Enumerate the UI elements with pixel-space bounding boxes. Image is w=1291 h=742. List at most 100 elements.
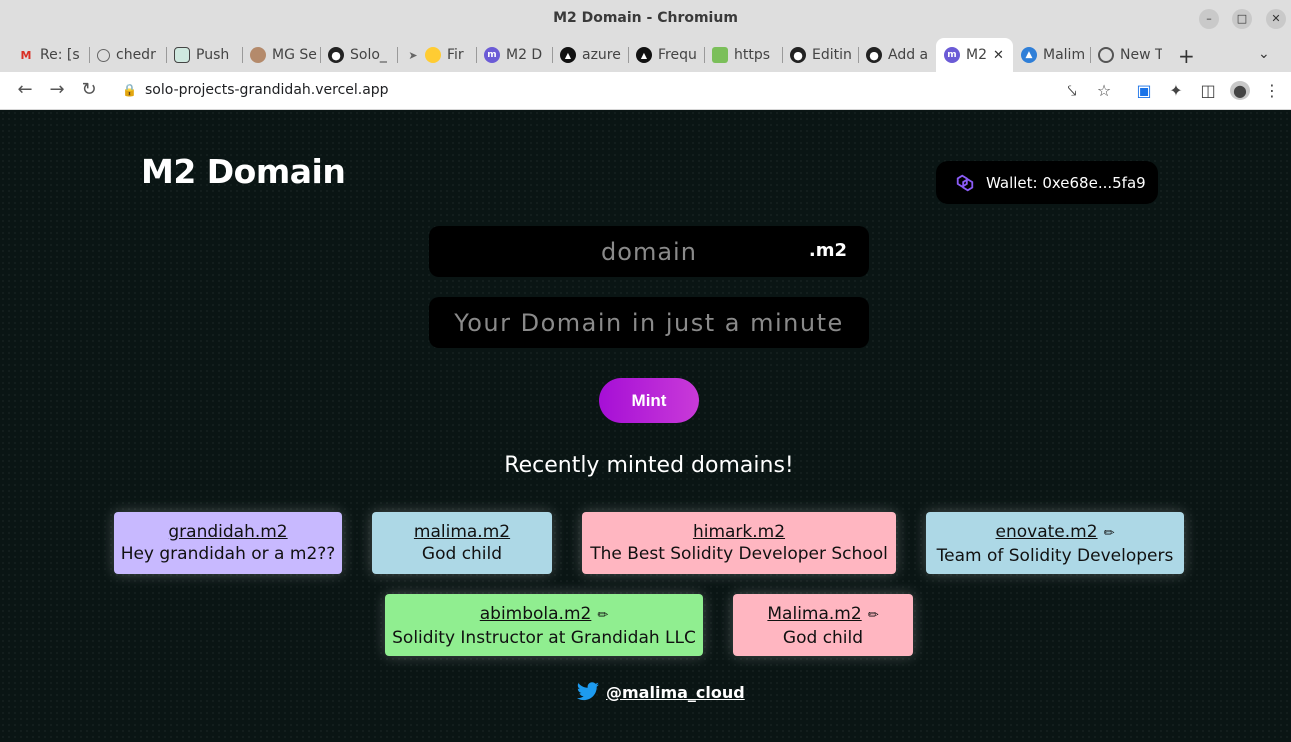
twitter-handle-link[interactable]: @malima_cloud (606, 683, 745, 702)
domain-card: grandidah.m2 Hey grandidah or a m2?? (114, 512, 342, 574)
tab[interactable]: ➤ Fir (397, 38, 475, 72)
tab-label: Re: [s (40, 47, 80, 63)
tab[interactable]: ▲ azure (552, 38, 628, 72)
lock-icon[interactable]: 🔒 (122, 83, 137, 97)
polygon-icon (956, 174, 974, 191)
tab[interactable]: ● Editin (782, 38, 858, 72)
bookmark-star-icon[interactable]: ☆ (1094, 81, 1114, 100)
cast-icon[interactable]: ▣ (1134, 81, 1154, 100)
wallet-badge: Wallet: 0xe68e...5fa9 (936, 161, 1158, 204)
vercel-icon: ▲ (560, 47, 576, 63)
window-title-bar: M2 Domain - Chromium – □ ✕ (0, 0, 1291, 38)
domain-link[interactable]: enovate.m2 (996, 522, 1098, 542)
domain-record: God child (421, 544, 503, 564)
tab[interactable]: chedr (89, 38, 166, 72)
app-icon: ▲ (1021, 47, 1037, 63)
new-tab-button[interactable]: + (1178, 44, 1195, 68)
tld-suffix: .m2 (808, 240, 847, 261)
domain-card: himark.m2 The Best Solidity Developer Sc… (582, 512, 896, 574)
tab[interactable]: Push (166, 38, 241, 72)
close-tab-icon[interactable]: ✕ (993, 48, 1004, 63)
tab-strip: M Re: [s chedr Push MG Se ● Solo_ ➤ Fir m M2… (0, 38, 1291, 72)
recent-domains-heading: Recently minted domains! (504, 453, 794, 478)
tab-label: Add a (888, 47, 929, 63)
tab[interactable]: MG Se (242, 38, 319, 72)
github-icon: ● (866, 47, 882, 63)
tab-label: https (734, 47, 771, 63)
tab-label: Push (196, 47, 230, 63)
tab-label: Solo_ (350, 47, 387, 63)
domain-link[interactable]: grandidah.m2 (168, 522, 287, 542)
domain-link[interactable]: Malima.m2 (767, 604, 861, 624)
tab-search-icon[interactable]: ⌄ (1258, 46, 1270, 62)
extensions-icon[interactable]: ✦ (1166, 81, 1186, 100)
m2-icon: m (484, 47, 500, 63)
footer-twitter: @malima_cloud (576, 682, 745, 702)
domain-link[interactable]: malima.m2 (414, 522, 510, 542)
address-bar[interactable]: solo-projects-grandidah.vercel.app (145, 82, 389, 98)
tab[interactable]: New T (1090, 38, 1162, 72)
domain-card: Malima.m2 ✏ God child (733, 594, 913, 656)
edit-pencil-icon[interactable]: ✏ (597, 605, 608, 627)
tab[interactable]: ● Add a (858, 38, 935, 72)
tab[interactable]: ▲ Malim (1013, 38, 1090, 72)
tab-label: Frequ (658, 47, 697, 63)
domain-card: enovate.m2 ✏ Team of Solidity Developers (926, 512, 1184, 574)
domain-record: Hey grandidah or a m2?? (120, 544, 336, 564)
share-icon[interactable]: ⤥ (1062, 81, 1082, 101)
tab-label: Editin (812, 47, 852, 63)
wallet-address: Wallet: 0xe68e...5fa9 (986, 173, 1146, 192)
site-logo: M2 Domain (141, 152, 346, 191)
domain-record: The Best Solidity Developer School (590, 544, 888, 564)
domain-field: .m2 (429, 226, 869, 277)
maximize-button[interactable]: □ (1232, 9, 1252, 29)
record-input[interactable] (429, 297, 869, 348)
avatar-icon (250, 47, 266, 63)
window-title: M2 Domain - Chromium (553, 10, 738, 26)
tab-label: azure (582, 47, 621, 63)
record-field (429, 297, 869, 348)
tab[interactable]: ● Solo_ (320, 38, 397, 72)
tab[interactable]: https (704, 38, 781, 72)
edit-pencil-icon[interactable]: ✏ (1104, 523, 1115, 545)
pointer-icon: ➤ (408, 48, 418, 62)
domain-card: abimbola.m2 ✏ Solidity Instructor at Gran… (385, 594, 703, 656)
tab-label: Fir (447, 47, 464, 63)
profile-icon[interactable]: ● (1230, 81, 1250, 100)
domain-card: malima.m2 God child (372, 512, 552, 574)
tab[interactable]: M Re: [s (10, 38, 88, 72)
browser-toolbar: ← → ↻ 🔒 solo-projects-grandidah.vercel.a… (0, 72, 1291, 110)
minimize-button[interactable]: – (1199, 9, 1219, 29)
domain-record: Solidity Instructor at Grandidah LLC (392, 628, 696, 648)
forward-icon[interactable]: → (47, 80, 67, 100)
edit-pencil-icon[interactable]: ✏ (868, 605, 879, 627)
domain-link[interactable]: abimbola.m2 (480, 604, 592, 624)
domain-record: Team of Solidity Developers (936, 546, 1174, 566)
tab[interactable]: ▲ Frequ (628, 38, 704, 72)
menu-icon[interactable]: ⋮ (1262, 81, 1282, 100)
m2-icon: m (944, 47, 960, 63)
domain-input[interactable] (429, 226, 869, 277)
tab[interactable]: m M2 D (476, 38, 552, 72)
close-window-button[interactable]: ✕ (1266, 9, 1286, 29)
tab-label: M2 (966, 47, 987, 63)
side-panel-icon[interactable]: ◫ (1198, 81, 1218, 100)
tab-label: New T (1120, 47, 1162, 63)
mint-button[interactable]: Mint (599, 378, 699, 423)
tab-label: Malim (1043, 47, 1086, 63)
domain-record: God child (782, 628, 864, 648)
money-icon (712, 47, 728, 63)
chrome-icon (1098, 47, 1114, 63)
page-content: M2 Domain Wallet: 0xe68e...5fa9 .m2 Mint… (0, 110, 1291, 742)
domain-link[interactable]: himark.m2 (693, 522, 785, 542)
vercel-icon: ▲ (636, 47, 652, 63)
github-icon: ● (790, 47, 806, 63)
tab-label: chedr (116, 47, 156, 63)
reload-icon[interactable]: ↻ (79, 80, 99, 100)
back-icon[interactable]: ← (15, 80, 35, 100)
tab-label: MG Se (272, 47, 317, 63)
tab-label: M2 D (506, 47, 543, 63)
gmail-icon: M (20, 48, 32, 62)
party-icon (425, 47, 441, 63)
tab-active[interactable]: m M2 ✕ (936, 38, 1013, 72)
